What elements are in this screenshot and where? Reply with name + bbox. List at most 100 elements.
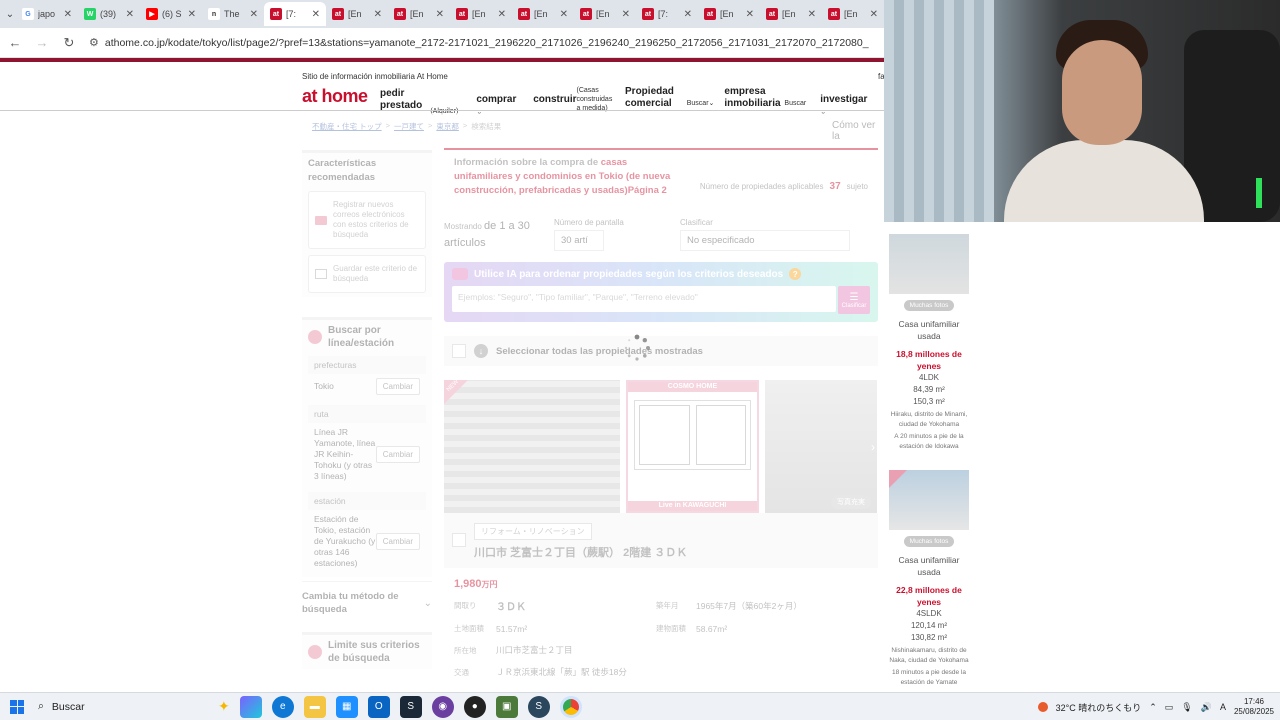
close-tab-icon[interactable]: ✕ <box>870 9 878 20</box>
change-prefecture-button[interactable]: Cambiar <box>375 378 420 395</box>
nav-build[interactable]: construir <box>533 94 576 106</box>
tab-title: [En <box>348 9 362 19</box>
browser-tab[interactable]: Gjapo ✕ <box>16 2 78 26</box>
tab-title: [En <box>844 9 858 19</box>
sidebar: Características recomendadas Registrar n… <box>302 150 432 669</box>
interior-photo[interactable]: › 写真充実 <box>765 380 877 513</box>
close-tab-icon[interactable]: ✕ <box>64 9 72 20</box>
weather-text[interactable]: 32°C 晴れのちくもり <box>1056 701 1142 714</box>
athome-logo[interactable]: at home <box>302 86 368 107</box>
reload-icon[interactable]: ↻ <box>57 35 81 51</box>
browser-tab[interactable]: at [En ✕ <box>760 2 822 26</box>
property-card[interactable]: NEW COSMO HOME Live in KAWAGUCHI › 写真充実 <box>444 379 878 678</box>
save-icon <box>315 269 327 279</box>
copilot-icon[interactable] <box>239 695 262 718</box>
select-all-row[interactable]: ↓ Seleccionar todas las propiedades most… <box>444 336 878 366</box>
browser-tab[interactable]: at [En ✕ <box>326 2 388 26</box>
chevron-up-icon[interactable]: ⌃ <box>1149 702 1157 713</box>
app2-icon[interactable]: ▣ <box>495 695 518 718</box>
browser-tab[interactable]: at [En ✕ <box>822 2 884 26</box>
close-tab-icon[interactable]: ✕ <box>188 9 196 20</box>
file-explorer-icon[interactable]: ▬ <box>303 695 326 718</box>
app-icon[interactable]: ● <box>463 695 486 718</box>
outlook-icon[interactable]: O <box>367 695 390 718</box>
chevron-right-icon[interactable]: › <box>871 440 875 454</box>
recommended-title: Características recomendadas <box>308 158 377 183</box>
breadcrumb-top[interactable]: 不動産・住宅 トップ <box>312 121 382 132</box>
browser-tab[interactable]: n The ✕ <box>202 2 264 26</box>
browser-tab[interactable]: W (39) ✕ <box>78 2 140 26</box>
change-route-button[interactable]: Cambiar <box>375 446 420 463</box>
language-icon[interactable]: A <box>1220 702 1226 712</box>
nav-commercial[interactable]: Propiedad comercial <box>625 86 683 110</box>
microphone-icon[interactable]: 🎙 <box>1181 702 1192 713</box>
ai-sort-button[interactable]: ☰ Clasificar <box>838 286 870 314</box>
back-icon[interactable]: ← <box>3 35 27 50</box>
per-page-select[interactable]: 30 artí <box>554 230 604 251</box>
clock[interactable]: 17:46 25/08/2025 <box>1234 697 1274 717</box>
train-icon <box>308 330 322 344</box>
help-icon[interactable]: ? <box>789 268 802 280</box>
property-title[interactable]: 川口市 芝富士２丁目（蕨駅） 2階建 ３ＤＫ <box>474 544 687 560</box>
browser-tab[interactable]: ▶ (6) S ✕ <box>140 2 202 26</box>
close-tab-icon[interactable]: ✕ <box>622 9 630 20</box>
floor-plan-photo[interactable]: COSMO HOME Live in KAWAGUCHI <box>626 380 759 513</box>
steam-icon[interactable]: S <box>399 695 422 718</box>
nav-buy[interactable]: comprar ⌄ <box>476 94 523 119</box>
change-method-toggle[interactable]: Cambia tu método de búsqueda ⌄ <box>302 581 432 624</box>
browser-tab[interactable]: at [En ✕ <box>512 2 574 26</box>
select-all-checkbox[interactable] <box>452 344 466 358</box>
change-station-button[interactable]: Cambiar <box>375 533 420 550</box>
steam2-icon[interactable]: S <box>527 695 550 718</box>
recommend-photo[interactable] <box>889 470 969 530</box>
close-tab-icon[interactable]: ✕ <box>746 9 754 20</box>
register-email-button[interactable]: Registrar nuevos correos electrónicos co… <box>308 191 426 249</box>
recommend-photo[interactable] <box>889 234 969 294</box>
close-tab-icon[interactable]: ✕ <box>374 9 382 20</box>
nav-agency[interactable]: empresa inmobiliaria <box>724 86 780 110</box>
forward-icon[interactable]: → <box>30 35 54 50</box>
howto-link[interactable]: Cómo ver la <box>832 120 884 142</box>
photo-carousel[interactable]: NEW COSMO HOME Live in KAWAGUCHI › 写真充実 <box>444 379 878 513</box>
browser-tab[interactable]: at [En ✕ <box>698 2 760 26</box>
house-photo[interactable]: NEW <box>444 379 620 513</box>
address-bar: ← → ↻ ⚙ athome.co.jp/kodate/tokyo/list/p… <box>0 28 884 58</box>
chrome-icon[interactable] <box>559 695 582 718</box>
close-tab-icon[interactable]: ✕ <box>684 9 692 20</box>
nav-rent[interactable]: pedir prestado <box>380 88 422 112</box>
windows-start-icon[interactable] <box>10 699 24 714</box>
close-tab-icon[interactable]: ✕ <box>498 9 506 20</box>
close-tab-icon[interactable]: ✕ <box>560 9 568 20</box>
limit-criteria-heading[interactable]: Limite sus criterios de búsqueda <box>308 639 426 665</box>
site-settings-icon[interactable]: ⚙ <box>89 36 99 49</box>
tab-search-icon[interactable]: ⌄ <box>4 4 16 24</box>
close-tab-icon[interactable]: ✕ <box>312 9 320 20</box>
browser-tab[interactable]: at [En ✕ <box>574 2 636 26</box>
copilot-sparkle-icon[interactable]: ✦ <box>218 698 230 715</box>
save-criteria-button[interactable]: Guardar este criterio de búsqueda <box>308 255 426 293</box>
ai-criteria-input[interactable]: Ejemplos: "Seguro", "Tipo familiar", "Pa… <box>452 286 836 312</box>
browser-tab[interactable]: at [7: ✕ <box>264 2 326 26</box>
breadcrumb-tokyo[interactable]: 東京都 <box>436 121 459 132</box>
breadcrumb-house[interactable]: 一戸建て <box>394 121 424 132</box>
browser-tab[interactable]: at [En ✕ <box>450 2 512 26</box>
recommend-card[interactable]: Muchas fotos Casa unifamiliar usada 18,8… <box>888 234 970 452</box>
network-icon[interactable]: ▭ <box>1165 702 1174 713</box>
close-tab-icon[interactable]: ✕ <box>250 9 258 20</box>
nav-research[interactable]: investigar ⌄ <box>820 94 874 119</box>
store-icon[interactable]: ▦ <box>335 695 358 718</box>
browser-tab[interactable]: at [7: ✕ <box>636 2 698 26</box>
taskbar-search[interactable]: ⌕ Buscar <box>38 700 218 713</box>
sort-select[interactable]: No especificado <box>680 230 850 251</box>
obs-icon[interactable]: ◉ <box>431 695 454 718</box>
edge-icon[interactable]: e <box>271 695 294 718</box>
volume-icon[interactable]: 🔊 <box>1201 702 1212 713</box>
close-tab-icon[interactable]: ✕ <box>436 9 444 20</box>
url-field[interactable]: ⚙ athome.co.jp/kodate/tokyo/list/page2/?… <box>89 36 869 50</box>
tab-favicon-icon: at <box>766 8 778 20</box>
browser-tab[interactable]: at [En ✕ <box>388 2 450 26</box>
property-checkbox[interactable] <box>452 533 466 547</box>
recommend-card[interactable]: Muchas fotos Casa unifamiliar usada 22,8… <box>888 470 970 688</box>
close-tab-icon[interactable]: ✕ <box>808 9 816 20</box>
close-tab-icon[interactable]: ✕ <box>126 9 134 20</box>
